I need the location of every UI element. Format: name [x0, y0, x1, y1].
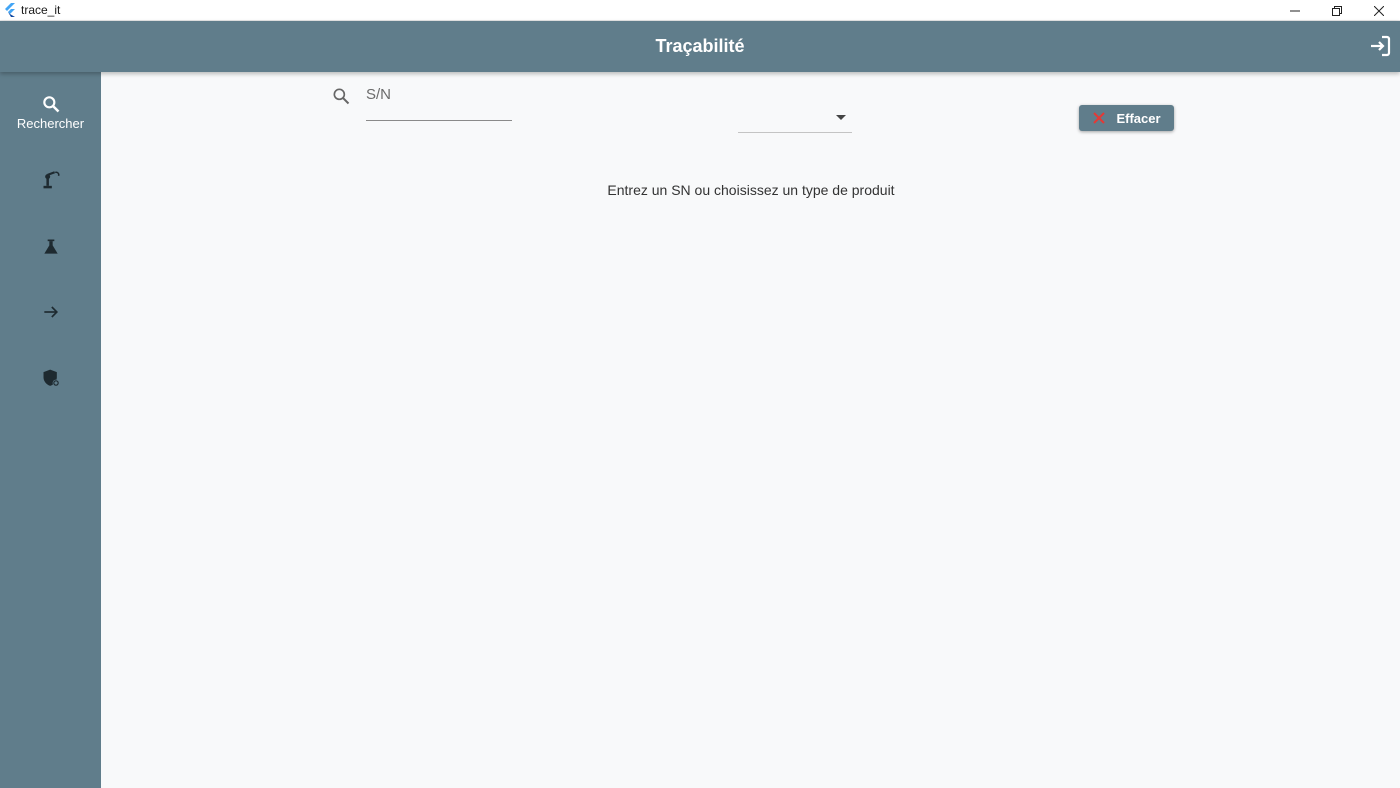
window-controls	[1274, 0, 1400, 21]
clear-button[interactable]: Effacer	[1079, 105, 1174, 131]
robot-arm-icon	[43, 171, 59, 189]
minimize-icon	[1290, 10, 1300, 11]
page-title: Traçabilité	[655, 36, 745, 56]
close-window-button[interactable]	[1358, 0, 1400, 21]
app-bar: Traçabilité	[0, 21, 1400, 72]
sn-input[interactable]	[366, 84, 512, 103]
rail-item-security[interactable]	[0, 368, 101, 388]
rail-item-forward[interactable]	[0, 302, 101, 322]
window-titlebar: trace_it	[0, 0, 1400, 21]
product-type-dropdown[interactable]	[738, 106, 852, 133]
rail-item-robot[interactable]	[0, 170, 101, 190]
empty-state-message: Entrez un SN ou choisissez un type de pr…	[607, 182, 895, 198]
restore-button[interactable]	[1316, 0, 1358, 21]
main-content: Effacer Entrez un SN ou choisissez un ty…	[101, 72, 1400, 788]
rail-item-lab[interactable]	[0, 237, 101, 257]
search-icon	[42, 96, 59, 113]
arrow-right-icon	[43, 306, 58, 318]
close-icon	[1093, 112, 1106, 124]
search-icon	[333, 88, 350, 105]
window-title: trace_it	[21, 3, 61, 17]
close-icon	[1374, 5, 1384, 16]
flask-icon	[43, 239, 58, 254]
flutter-logo-icon	[5, 3, 15, 17]
security-settings-icon	[43, 369, 59, 387]
restore-icon	[1332, 5, 1342, 16]
clear-button-label: Effacer	[1116, 110, 1161, 126]
minimize-button[interactable]	[1274, 0, 1316, 21]
rail-item-rechercher[interactable]: Rechercher	[0, 94, 101, 131]
sn-field	[366, 84, 512, 121]
login-icon[interactable]	[1368, 34, 1392, 58]
dropdown-arrow-icon	[836, 115, 846, 120]
navigation-rail: Rechercher	[0, 72, 101, 788]
rail-item-label: Rechercher	[16, 116, 85, 131]
